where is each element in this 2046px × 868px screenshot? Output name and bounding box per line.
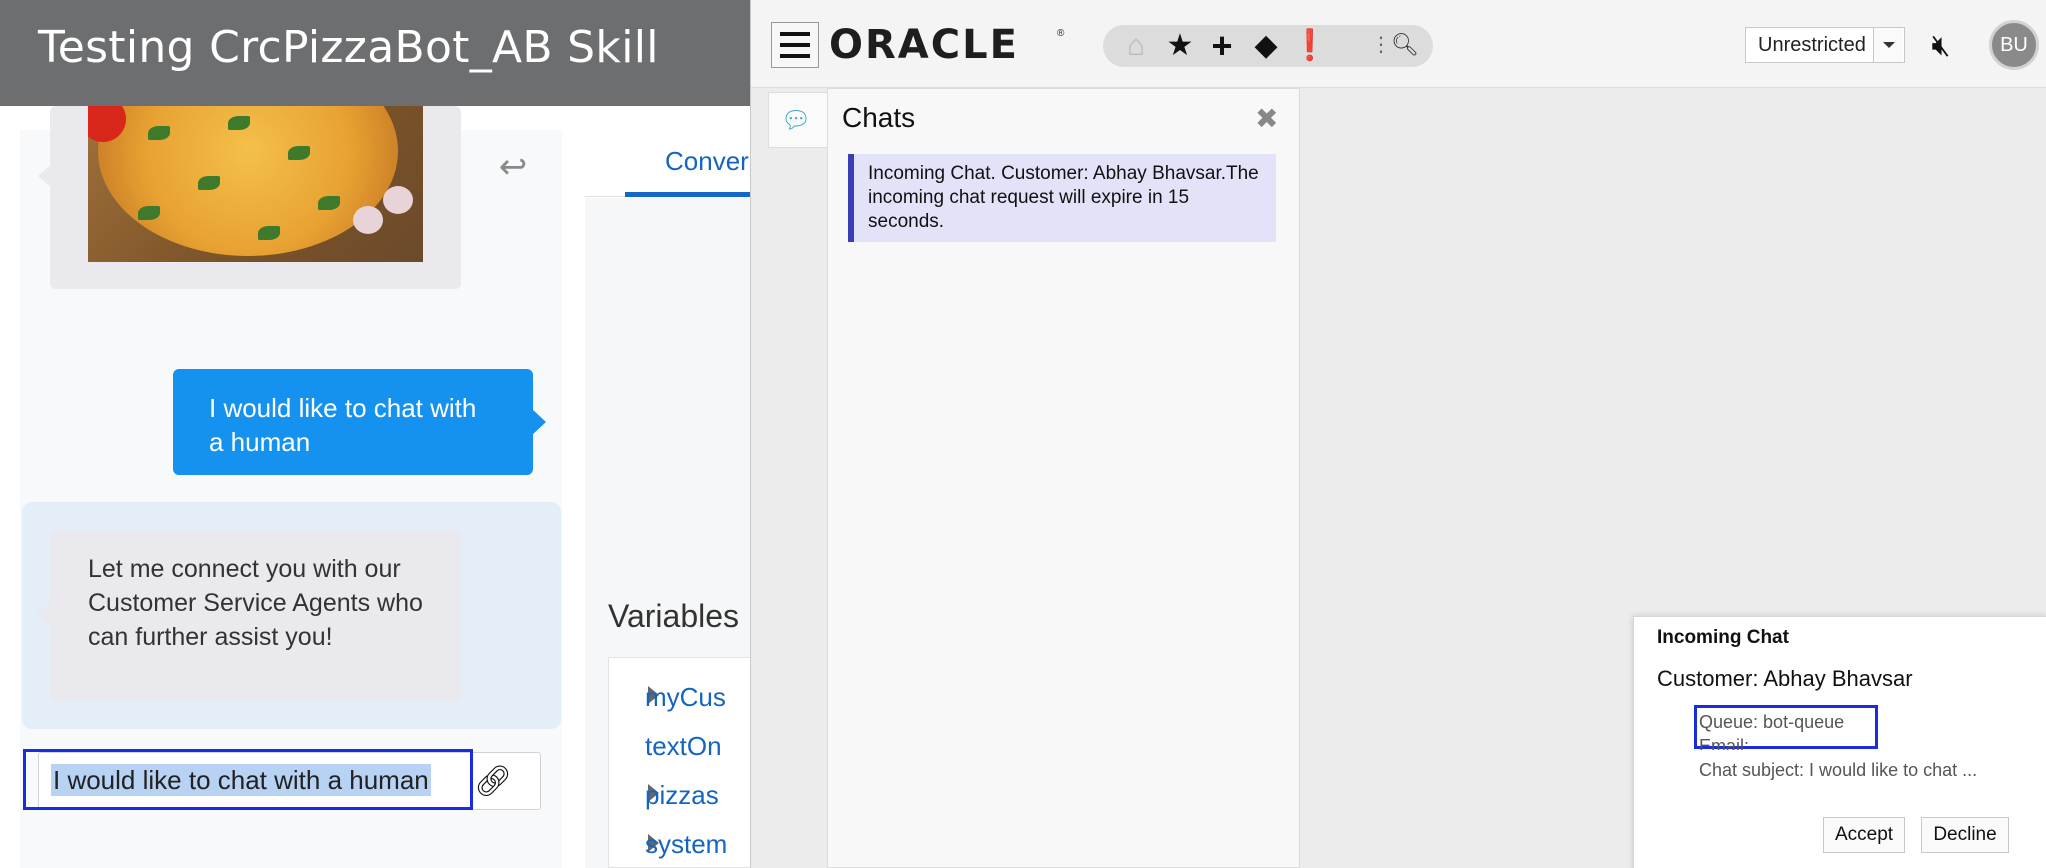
variables-heading: Variables	[608, 598, 740, 634]
home-icon[interactable]: ⌂	[1116, 26, 1156, 66]
bell-icon[interactable]: ◆	[1246, 26, 1286, 66]
toast-subject: Chat subject: I would like to chat ...	[1699, 760, 1978, 780]
notification-icon[interactable]: ❗	[1290, 26, 1330, 66]
user-bubble-pointer	[532, 409, 546, 435]
oracle-logo: ORACLE	[829, 22, 1019, 68]
bot-card-pointer	[38, 164, 52, 188]
chevron-down-icon[interactable]	[1873, 28, 1903, 62]
star-icon[interactable]: ★	[1160, 26, 1200, 66]
user-message-bubble: I would like to chat with a human	[173, 369, 533, 475]
tester-header: Testing CrcPizzaBot_AB Skill	[0, 0, 760, 106]
link-icon[interactable]: 🔗︎	[474, 764, 512, 800]
pizza-image	[88, 106, 423, 262]
variable-item[interactable]: system	[645, 829, 727, 860]
registered-mark: ®	[1057, 28, 1065, 39]
decline-button[interactable]: Decline	[1921, 817, 2009, 853]
toast-customer: Customer: Abhay Bhavsar	[1657, 666, 1913, 691]
close-icon[interactable]: ✖	[1255, 104, 1278, 134]
plus-icon[interactable]: +	[1202, 26, 1242, 66]
avatar[interactable]: BU	[1989, 20, 2039, 70]
variable-item[interactable]: myCus	[645, 682, 726, 713]
variable-item[interactable]: textOn	[645, 731, 722, 762]
service-console-window: ORACLE ® ⋮ 🔍︎ ⌂ ★ + ◆ ❗ Unrestricted 🔇︎ …	[750, 0, 2046, 868]
bot-reply-pointer	[36, 602, 50, 626]
input-highlight-box	[23, 749, 473, 810]
search-options-icon[interactable]: ⋮	[1371, 33, 1391, 57]
tester-title: Testing CrcPizzaBot_AB Skill	[38, 22, 659, 73]
search-icon[interactable]: 🔍︎	[1391, 32, 1419, 58]
undo-icon[interactable]: ↩	[494, 148, 532, 186]
variable-item[interactable]: pizzas	[645, 780, 719, 811]
toast-title: Incoming Chat	[1657, 627, 1789, 648]
bot-image-card	[50, 106, 461, 289]
toast-email: Email:	[1699, 736, 1750, 750]
accept-button[interactable]: Accept	[1823, 817, 1905, 853]
bot-reply-message: Let me connect you with our Customer Ser…	[50, 530, 461, 702]
active-tab-indicator	[625, 192, 765, 197]
tab-conversation[interactable]: Conver	[665, 146, 749, 177]
mute-icon[interactable]: 🔇︎	[1921, 26, 1961, 66]
side-rail	[768, 148, 828, 868]
hamburger-menu-button[interactable]	[771, 22, 819, 68]
chat-bubbles-icon[interactable]: 💬︎	[781, 106, 811, 135]
incoming-chat-alert[interactable]: Incoming Chat. Customer: Abhay Bhavsar.T…	[848, 154, 1276, 242]
chats-panel-title: Chats	[842, 102, 916, 133]
